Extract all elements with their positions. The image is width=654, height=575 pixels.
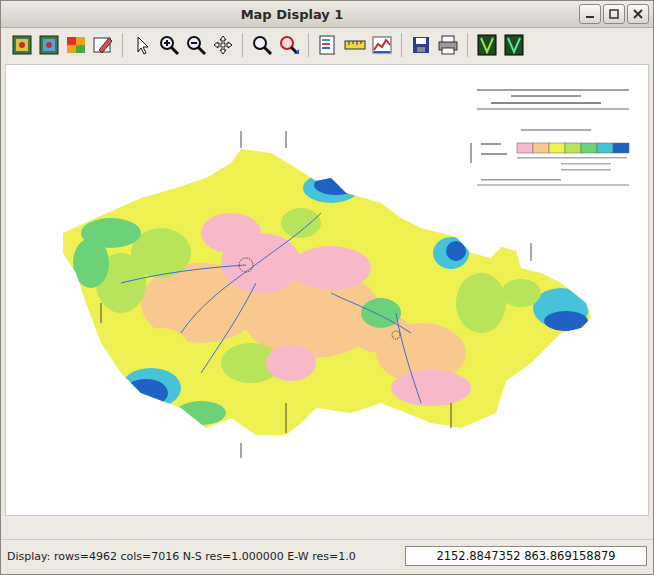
climate-zone xyxy=(456,273,506,333)
status-bar: Display: rows=4962 cols=7016 N-S res=1.0… xyxy=(1,539,653,574)
profile-icon xyxy=(371,34,393,56)
view-3d-icon xyxy=(503,34,525,56)
coordinates-field: 2152.8847352 863.869158879 xyxy=(405,546,647,566)
map-canvas[interactable] xyxy=(5,64,649,516)
zoom-back-button[interactable] xyxy=(249,32,275,58)
view-2d-button[interactable] xyxy=(474,32,500,58)
climate-zone xyxy=(303,173,359,203)
grid-tick xyxy=(241,131,242,148)
pointer-button[interactable] xyxy=(129,32,155,58)
toolbar-separator xyxy=(401,33,402,57)
grid-tick xyxy=(101,303,102,323)
map-display-window: Map Display 1 Display: rows=4962 cols=701… xyxy=(0,0,654,575)
map-legend xyxy=(477,90,629,185)
query-button[interactable] xyxy=(315,32,341,58)
pointer-icon xyxy=(131,34,153,56)
zoom-menu-button[interactable] xyxy=(276,32,302,58)
legend-swatch xyxy=(533,143,549,153)
toolbar-separator xyxy=(122,33,123,57)
print-button[interactable] xyxy=(435,32,461,58)
river xyxy=(121,265,246,283)
legend-swatch xyxy=(517,143,533,153)
grid-tick xyxy=(531,243,532,261)
render-raster-icon xyxy=(65,34,87,56)
zoom-out-icon xyxy=(185,34,207,56)
climate-zone xyxy=(266,345,316,381)
pan-icon xyxy=(212,34,234,56)
erase-button[interactable] xyxy=(90,32,116,58)
climate-zone xyxy=(433,237,469,269)
window-title: Map Display 1 xyxy=(5,7,579,22)
legend-swatch xyxy=(549,143,565,153)
query-icon xyxy=(317,34,339,56)
maximize-button[interactable] xyxy=(603,4,625,24)
climate-zone xyxy=(124,379,168,407)
climate-zone xyxy=(281,208,321,238)
country-outline xyxy=(63,149,591,435)
grid-tick xyxy=(286,403,287,433)
zoom-menu-icon xyxy=(278,34,300,56)
zoom-out-button[interactable] xyxy=(183,32,209,58)
river xyxy=(331,293,411,333)
legend-swatch xyxy=(597,143,613,153)
climate-zone xyxy=(291,246,371,290)
zoom-back-icon xyxy=(251,34,273,56)
toolbar-separator xyxy=(242,33,243,57)
zoom-in-button[interactable] xyxy=(156,32,182,58)
grid-tick xyxy=(471,143,472,163)
climate-zone xyxy=(544,311,588,331)
legend-swatch xyxy=(613,143,629,153)
grid-tick xyxy=(241,443,242,458)
river xyxy=(181,213,321,333)
raster-map[interactable] xyxy=(6,65,649,515)
save-button[interactable] xyxy=(408,32,434,58)
climate-zone xyxy=(501,279,541,307)
display-map-button[interactable] xyxy=(9,32,35,58)
city-marker xyxy=(239,258,253,272)
climate-zone xyxy=(176,401,226,425)
climate-zone xyxy=(201,213,261,253)
river xyxy=(201,283,256,373)
print-icon xyxy=(437,34,459,56)
zoom-in-icon xyxy=(158,34,180,56)
climate-zone xyxy=(121,368,181,408)
city-marker xyxy=(392,331,400,339)
legend-swatch xyxy=(581,143,597,153)
view-3d-button[interactable] xyxy=(501,32,527,58)
climate-zone xyxy=(446,241,466,261)
maximize-icon xyxy=(609,9,619,19)
climate-zone xyxy=(73,238,109,288)
measure-icon xyxy=(344,34,366,56)
erase-icon xyxy=(92,34,114,56)
measure-button[interactable] xyxy=(342,32,368,58)
toolbar xyxy=(1,28,653,62)
redraw-button[interactable] xyxy=(36,32,62,58)
view-2d-icon xyxy=(476,34,498,56)
display-map-icon xyxy=(11,34,33,56)
minimize-icon xyxy=(585,9,595,19)
grid-tick xyxy=(286,131,287,148)
minimize-button[interactable] xyxy=(579,4,601,24)
grid-tick xyxy=(451,403,452,428)
render-raster-button[interactable] xyxy=(63,32,89,58)
status-text: Display: rows=4962 cols=7016 N-S res=1.0… xyxy=(7,550,399,563)
save-icon xyxy=(410,34,432,56)
toolbar-separator xyxy=(308,33,309,57)
profile-button[interactable] xyxy=(369,32,395,58)
climate-zone xyxy=(391,370,471,406)
title-bar[interactable]: Map Display 1 xyxy=(1,1,653,28)
toolbar-separator xyxy=(467,33,468,57)
pan-button[interactable] xyxy=(210,32,236,58)
redraw-icon xyxy=(38,34,60,56)
close-button[interactable] xyxy=(627,4,649,24)
close-icon xyxy=(633,9,643,19)
climate-zone xyxy=(314,175,358,195)
legend-swatch xyxy=(565,143,581,153)
